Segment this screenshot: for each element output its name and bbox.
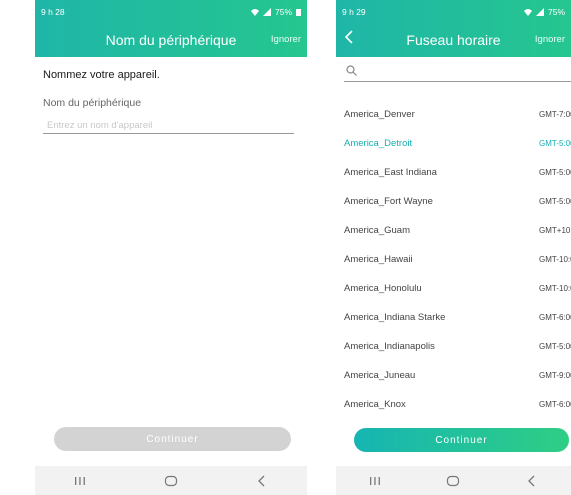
timezone-offset: GMT-6:00: [539, 312, 571, 322]
timezone-search[interactable]: [344, 62, 571, 82]
continue-button[interactable]: Continuer: [354, 428, 569, 452]
timezone-name: America_Hawaii: [344, 253, 413, 265]
timezone-row[interactable]: America_Indianapolis GMT-5:00: [336, 337, 571, 355]
system-nav-bar: [35, 466, 307, 495]
timezone-name: America_East Indiana: [344, 166, 437, 178]
timezone-name: America_Knox: [344, 398, 406, 410]
timezone-row[interactable]: America_Denver GMT-7:00: [336, 105, 571, 123]
timezone-row[interactable]: America_Indiana Starke GMT-6:00: [336, 308, 571, 326]
timezone-offset: GMT-7:00: [539, 109, 571, 119]
signal-icon: [535, 8, 544, 16]
timezone-offset: GMT-5:00: [539, 138, 571, 148]
wifi-icon: [250, 9, 259, 16]
nav-back-button[interactable]: [517, 471, 547, 491]
timezone-offset: GMT+10:00: [539, 225, 571, 235]
device-name-input[interactable]: [43, 117, 294, 134]
timezone-row[interactable]: America_Guam GMT+10:00: [336, 221, 571, 239]
status-icons: 75%: [523, 7, 565, 17]
recents-icon: [75, 476, 86, 485]
page-title: Nom du périphérique: [105, 32, 237, 48]
home-button[interactable]: [156, 471, 186, 491]
timezone-row[interactable]: America_Hawaii GMT-10:00: [336, 250, 571, 268]
timezone-row[interactable]: America_East Indiana GMT-5:00: [336, 163, 571, 181]
status-icons: 75%: [250, 7, 301, 17]
back-icon: [527, 475, 535, 486]
nav-back-button[interactable]: [247, 471, 277, 491]
timezone-offset: GMT-9:00: [539, 370, 571, 380]
timezone-screen: 9 h 29 75% Fuseau horaire Ignorer Americ…: [336, 0, 571, 495]
timezone-offset: GMT-5:00: [539, 167, 571, 177]
home-icon: [447, 475, 460, 486]
timezone-name: America_Indiana Starke: [344, 311, 446, 323]
timezone-name: America_Honolulu: [344, 282, 422, 294]
wifi-icon: [523, 9, 532, 16]
timezone-row[interactable]: America_Fort Wayne GMT-5:00: [336, 192, 571, 210]
skip-button[interactable]: Ignorer: [271, 34, 301, 45]
timezone-name: America_Juneau: [344, 369, 416, 381]
timezone-row[interactable]: America_Detroit GMT-5:00: [336, 134, 571, 152]
recents-button[interactable]: [360, 471, 390, 491]
recents-button[interactable]: [65, 471, 95, 491]
timezone-row[interactable]: America_Knox GMT-6:00: [336, 395, 571, 413]
name-prompt: Nommez votre appareil.: [43, 69, 160, 81]
timezone-name: America_Fort Wayne: [344, 195, 433, 207]
home-icon: [164, 475, 178, 486]
timezone-offset: GMT-5:00: [539, 341, 571, 351]
skip-button[interactable]: Ignorer: [535, 34, 565, 45]
app-header: 9 h 29 75% Fuseau horaire Ignorer: [336, 0, 571, 57]
status-bar: 9 h 28 75%: [41, 5, 301, 19]
home-button[interactable]: [438, 471, 468, 491]
continue-button[interactable]: Continuer: [54, 427, 291, 451]
timezone-row[interactable]: America_Juneau GMT-9:00: [336, 366, 571, 384]
search-underline: [344, 81, 571, 82]
search-icon: [346, 65, 357, 76]
timezone-offset: GMT-5:00: [539, 196, 571, 206]
timezone-name: America_Indianapolis: [344, 340, 435, 352]
device-name-screen: 9 h 28 75% Nom du périphérique Ignorer N…: [35, 0, 307, 495]
timezone-name: America_Guam: [344, 224, 410, 236]
timezone-name: America_Denver: [344, 108, 415, 120]
timezone-offset: GMT-6:00: [539, 399, 571, 409]
signal-icon: [262, 8, 271, 16]
battery-icon: [296, 9, 301, 16]
battery-percent: 75%: [547, 7, 565, 17]
timezone-row[interactable]: America_Honolulu GMT-10:00: [336, 279, 571, 297]
status-time: 9 h 29: [342, 7, 366, 17]
status-bar: 9 h 29 75%: [342, 5, 565, 19]
timezone-name: America_Detroit: [344, 137, 413, 149]
timezone-offset: GMT-10:00: [539, 254, 571, 264]
recents-icon: [370, 476, 381, 485]
timezone-offset: GMT-10:00: [539, 283, 571, 293]
device-name-label: Nom du périphérique: [43, 97, 142, 109]
back-icon: [257, 475, 265, 486]
system-nav-bar: [336, 466, 571, 495]
battery-percent: 75%: [274, 7, 292, 17]
status-time: 9 h 28: [41, 7, 65, 17]
app-header: 9 h 28 75% Nom du périphérique Ignorer: [35, 0, 307, 57]
